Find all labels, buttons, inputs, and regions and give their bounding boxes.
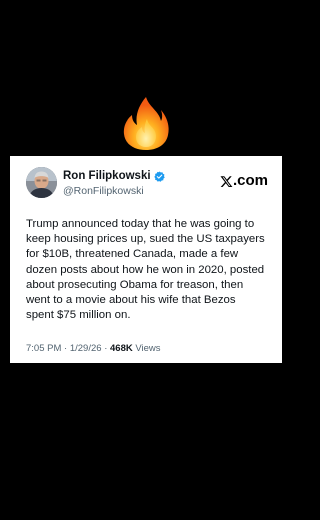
views-count: 468K (110, 343, 133, 354)
post-card[interactable]: Ron Filipkowski @RonFilipkowski .com Tru… (10, 156, 282, 363)
avatar[interactable] (26, 167, 57, 198)
post-header: Ron Filipkowski @RonFilipkowski .com (20, 166, 272, 198)
post-meta: 7:05 PM · 1/29/26 · 468K Views (26, 343, 161, 354)
screen: Ron Filipkowski @RonFilipkowski .com Tru… (0, 0, 292, 520)
post-time[interactable]: 7:05 PM (26, 343, 61, 354)
author-name[interactable]: Ron Filipkowski (63, 169, 151, 183)
avatar-photo (26, 167, 57, 198)
verified-badge-icon (153, 170, 165, 182)
post-date[interactable]: 1/29/26 (70, 343, 102, 354)
source-label[interactable]: .com (220, 172, 268, 190)
author-block: Ron Filipkowski @RonFilipkowski (63, 169, 165, 198)
meta-separator: · (64, 343, 68, 354)
fire-emoji-icon (123, 97, 169, 150)
post-text: Trump announced today that he was going … (26, 218, 265, 322)
meta-separator: · (104, 343, 108, 354)
x-logo-icon (220, 175, 233, 187)
source-domain: .com (232, 172, 268, 189)
author-name-row: Ron Filipkowski (63, 169, 165, 183)
author-handle[interactable]: @RonFilipkowski (63, 184, 165, 198)
views-label: Views (135, 343, 161, 354)
